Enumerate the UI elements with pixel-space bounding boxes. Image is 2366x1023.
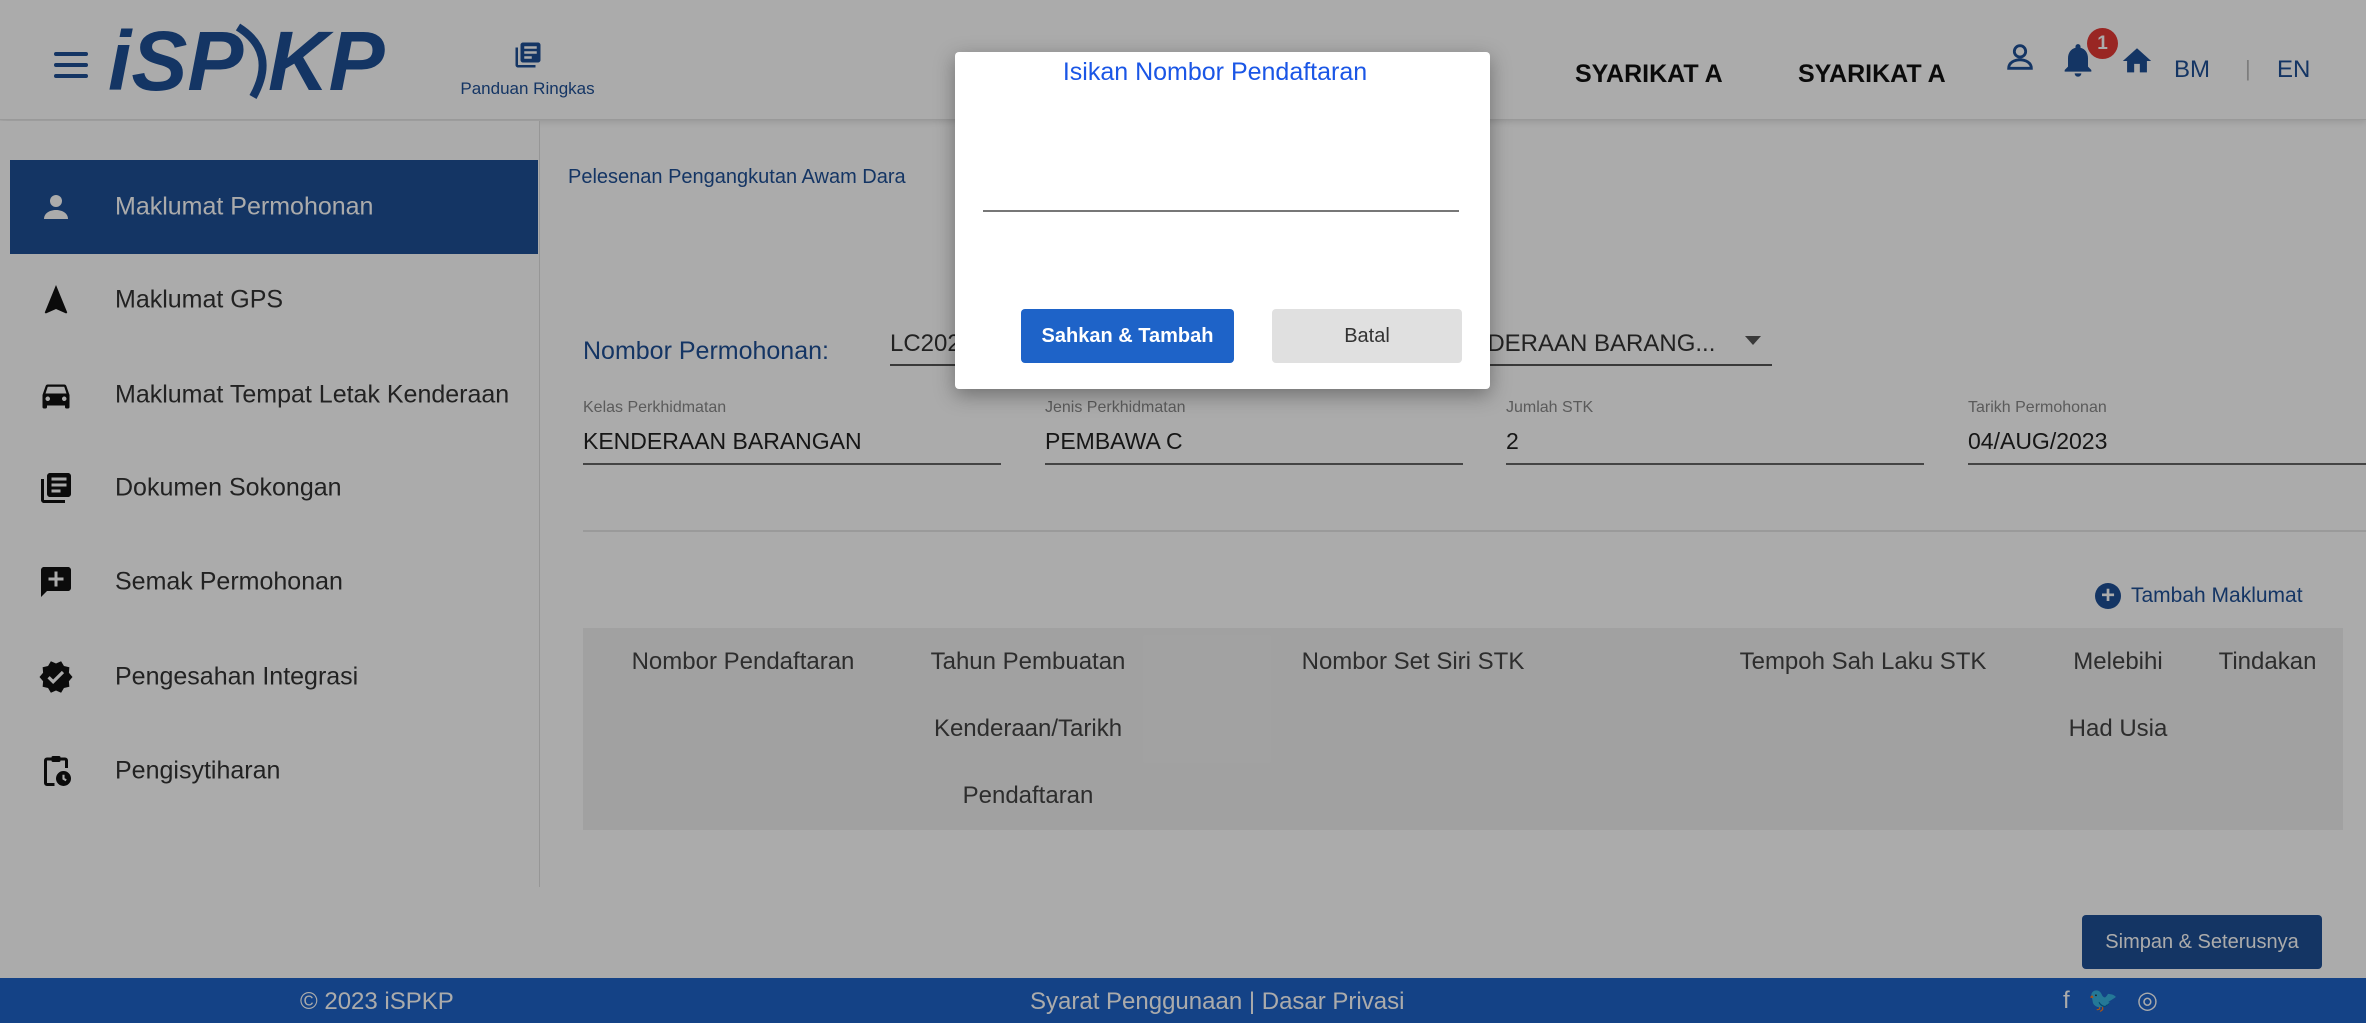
dialog-title: Isikan Nombor Pendaftaran — [1062, 58, 1368, 86]
registration-number-dialog: Isikan Nombor Pendaftaran Sahkan & Tamba… — [955, 52, 1490, 389]
confirm-add-button[interactable]: Sahkan & Tambah — [1021, 309, 1234, 363]
registration-number-input[interactable] — [983, 152, 1459, 212]
cancel-button[interactable]: Batal — [1272, 309, 1462, 363]
